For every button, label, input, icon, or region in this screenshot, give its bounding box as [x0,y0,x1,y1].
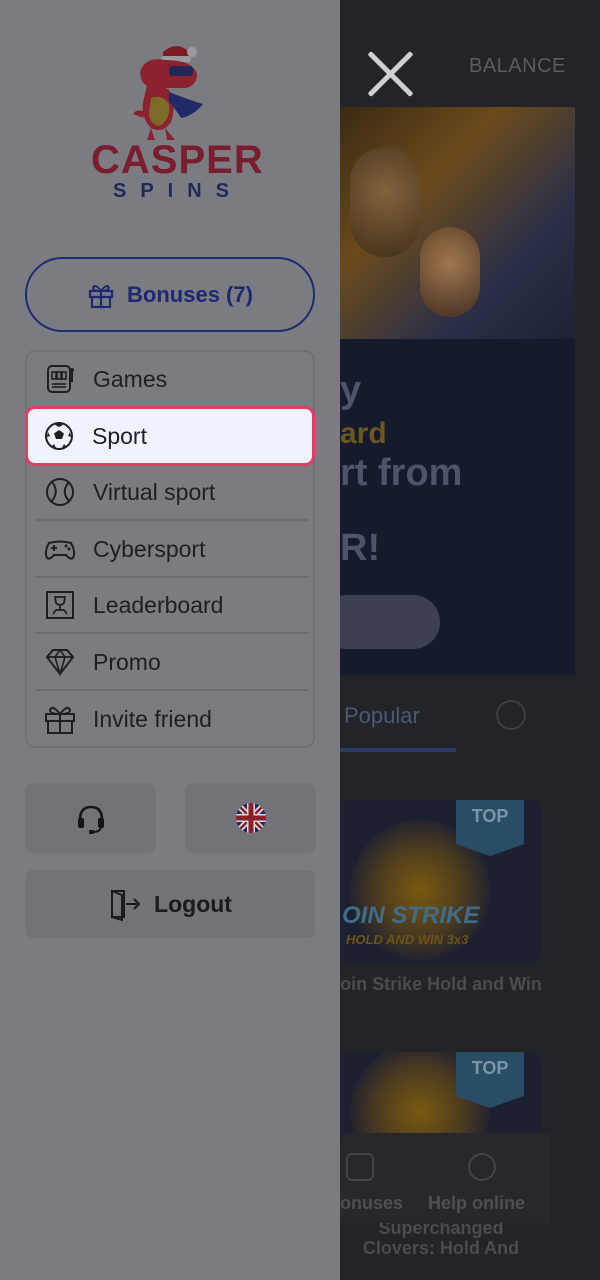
sidebar-item-games[interactable]: Games [35,352,309,408]
casper-spins-logo[interactable]: CASPER SPINS [85,42,263,204]
side-drawer: CASPER SPINS Bonuses (7) Games Sport Vir… [0,0,340,1280]
promo-banner[interactable]: y ard rt from R! [340,107,575,675]
sidebar-menu: Games Sport Virtual sport Cybersport Lea… [25,350,315,748]
sidebar-item-promo[interactable]: Promo [35,635,309,691]
gift-icon [45,706,75,734]
gamepad-icon [44,540,76,560]
uk-flag-icon [235,803,266,833]
logout-button[interactable]: Logout [25,870,315,938]
game-name[interactable]: Superchanged Clovers: Hold And [340,1218,542,1258]
sidebar-item-sport[interactable]: Sport [25,406,315,466]
diamond-icon [45,648,75,677]
sidebar-item-virtual-sport[interactable]: Virtual sport [35,465,309,521]
sidebar-item-label: Cybersport [93,535,206,562]
banner-text-line: rt from [340,452,463,494]
sidebar-item-leaderboard[interactable]: Leaderboard [35,578,309,634]
sidebar-item-cybersport[interactable]: Cybersport [35,522,309,578]
game-name[interactable]: oin Strike Hold and Win [340,974,542,994]
tab-popular[interactable]: Popular [344,703,420,729]
sidebar-item-label: Invite friend [93,705,212,732]
logout-icon [111,890,141,921]
tab-category-icon[interactable] [496,700,526,730]
sidebar-item-label: Virtual sport [93,478,216,505]
logout-button-label: Logout [154,890,232,917]
leaderboard-icon [46,591,74,619]
gift-icon[interactable] [346,1153,374,1181]
tab-active-indicator [340,748,456,752]
sidebar-item-label: Games [93,365,168,392]
nav-help-online[interactable]: Help online [428,1193,525,1214]
slot-machine-icon [47,365,74,393]
banner-text-line: y [340,369,362,411]
soccer-ball-icon [45,422,73,450]
banner-text-line: R! [340,527,381,569]
banner-artwork [340,107,575,339]
nav-bonuses[interactable]: onuses [340,1193,403,1214]
bonuses-button[interactable]: Bonuses (7) [25,257,315,332]
bottom-navigation: onuses Help online [340,1133,550,1223]
language-button[interactable] [185,783,316,853]
tennis-ball-icon [46,478,74,506]
bonuses-button-label: Bonuses (7) [127,281,253,307]
gift-icon [88,284,114,308]
sidebar-item-invite-friend[interactable]: Invite friend [35,691,309,747]
banner-button[interactable] [340,595,440,649]
game-card[interactable]: OIN STRIKE HOLD AND WIN 3x3 TOP [340,800,542,964]
logo-text-spins: SPINS [113,180,244,202]
balance-label[interactable]: BALANCE [469,55,566,78]
support-button[interactable] [25,783,156,853]
close-icon[interactable] [364,48,416,100]
dino-mascot [133,46,203,140]
top-badge: TOP [456,1052,524,1108]
sidebar-item-label: Leaderboard [93,591,224,618]
help-icon[interactable] [468,1153,496,1181]
game-thumbnail-subtitle: HOLD AND WIN 3x3 [346,932,469,947]
game-thumbnail-title: OIN STRIKE [342,902,480,929]
sidebar-item-label: Sport [92,422,147,449]
top-badge: TOP [456,800,524,856]
logo-text-casper: CASPER [91,138,264,182]
sidebar-item-label: Promo [93,648,161,675]
headset-icon [77,805,104,834]
banner-text-line: ard [340,417,387,450]
